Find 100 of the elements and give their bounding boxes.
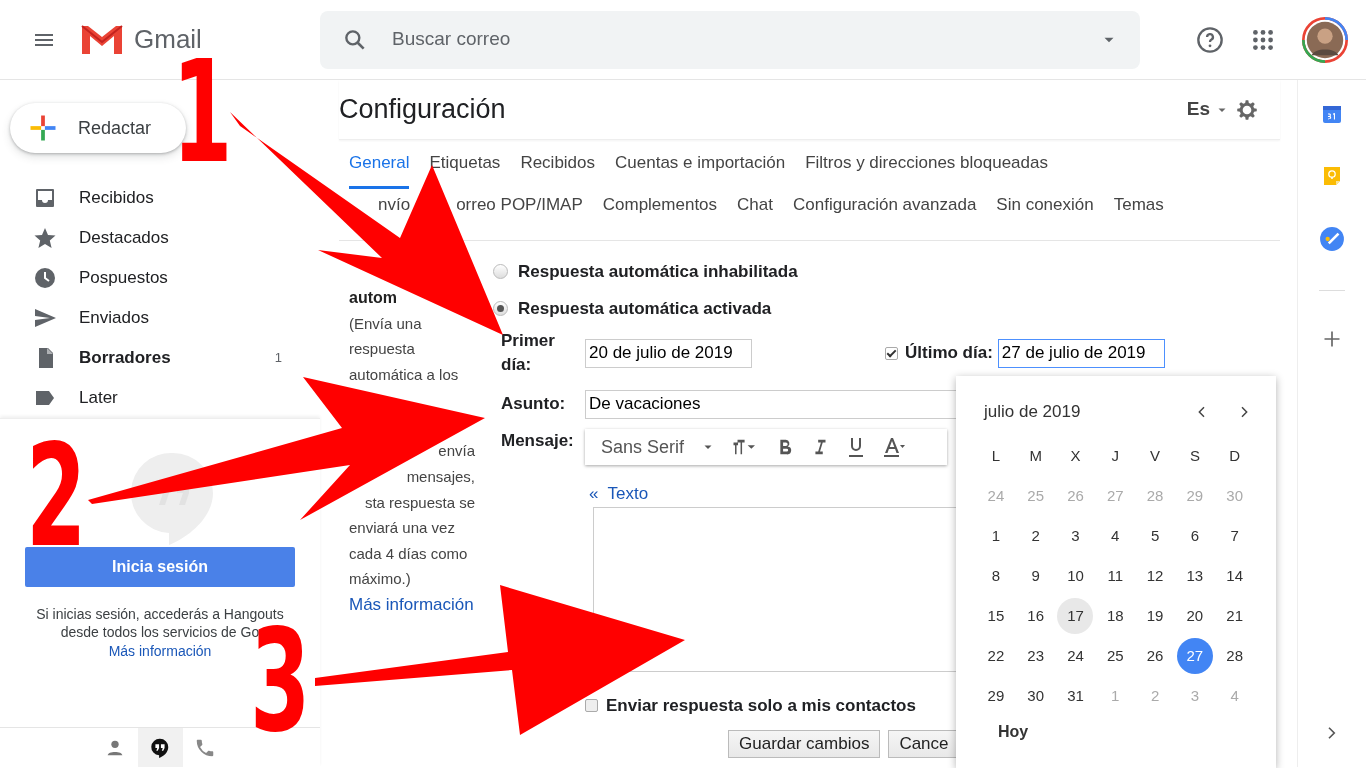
task-check-icon[interactable] <box>1319 226 1345 252</box>
settings-tab[interactable]: Etiquetas <box>429 140 501 189</box>
sidebar-item[interactable]: Later <box>0 378 300 418</box>
weekday-label: L <box>991 445 1001 466</box>
calendar-day[interactable]: 5 <box>1137 518 1174 554</box>
calendar-day[interactable]: 11 <box>1097 558 1134 594</box>
settings-tab[interactable]: Filtros y direcciones bloqueadas <box>805 140 1048 189</box>
calendar-day[interactable]: 26 <box>1137 638 1174 674</box>
calendar-day[interactable]: 18 <box>1097 598 1134 634</box>
settings-tab[interactable]: Chat <box>737 195 773 218</box>
checkbox-label: Enviar respuesta solo a mis contactos <box>606 694 916 717</box>
calendar-day[interactable]: 20 <box>1176 598 1213 634</box>
date-field[interactable]: 27 de julio de 2019 <box>997 338 1165 368</box>
calendar-day[interactable]: 21 <box>1216 598 1253 634</box>
description-text: cada 4 días como <box>349 543 469 564</box>
field-label: Primer día: <box>501 330 556 376</box>
calendar-day[interactable]: 23 <box>1017 638 1054 674</box>
help-icon[interactable] <box>1196 25 1224 54</box>
weekday-label: X <box>1070 445 1081 466</box>
calendar-day[interactable]: 30 <box>1017 678 1054 714</box>
search-bar[interactable]: Buscar correo <box>320 10 1140 69</box>
calendar-day[interactable]: 19 <box>1137 598 1174 634</box>
option-label: Respuesta automática inhabilitada <box>518 260 798 283</box>
section-heading: autom <box>349 288 398 308</box>
hangouts-tab[interactable] <box>137 728 183 767</box>
weekday-label: J <box>1111 445 1120 466</box>
calendar-day[interactable]: 13 <box>1176 558 1213 594</box>
settings-tab[interactable]: Sin conexión <box>996 195 1094 218</box>
avatar-icon[interactable] <box>1302 16 1348 63</box>
sign-in-button[interactable]: Inicia sesión <box>25 547 295 587</box>
calendar-day[interactable]: 24 <box>1057 638 1094 674</box>
weekday-label: V <box>1150 445 1161 466</box>
language-selector[interactable]: Es <box>1186 95 1210 124</box>
date-field[interactable]: 20 de julio de 2019 <box>585 338 752 368</box>
settings-tab[interactable]: Configuración avanzada <box>793 195 977 218</box>
sidebar-item[interactable]: Destacados <box>0 218 300 258</box>
calendar-day[interactable]: 2 <box>1017 518 1054 554</box>
description-text: respuesta <box>349 339 416 360</box>
radio-button[interactable] <box>493 301 508 316</box>
calendar-day[interactable]: 6 <box>1176 518 1213 554</box>
inbox-icon <box>33 186 57 210</box>
sidebar-item[interactable]: Enviados <box>0 298 300 338</box>
option-label: Respuesta automática activada <box>518 297 772 320</box>
settings-tab[interactable]: Complementos <box>602 195 718 218</box>
description-text: mensajes, <box>405 466 476 487</box>
more-info-link[interactable]: Más información <box>349 594 474 614</box>
calendar-day[interactable]: 29 <box>977 678 1014 714</box>
settings-tab[interactable]: Recibidos <box>520 140 596 189</box>
calendar-day[interactable]: 12 <box>1137 558 1174 594</box>
description-text: máximo.) <box>349 569 412 590</box>
font-selector[interactable]: Sans Serif <box>593 429 723 465</box>
calendar-day[interactable]: 8 <box>977 558 1014 594</box>
calendar-day[interactable]: 9 <box>1017 558 1054 594</box>
calendar-day[interactable]: 14 <box>1216 558 1253 594</box>
calendar-day[interactable]: 27 <box>1176 638 1213 674</box>
save-button[interactable]: Guardar cambios <box>728 729 881 758</box>
settings-tab[interactable]: nvío <box>378 195 411 218</box>
settings-tab[interactable]: Cuentas e importación <box>615 140 786 189</box>
field-label: Último día: <box>905 342 993 365</box>
calendar-day[interactable]: 28 <box>1216 638 1253 674</box>
calendar-day[interactable]: 16 <box>1017 598 1054 634</box>
description-text: enviará una vez <box>349 518 456 539</box>
search-field[interactable]: Buscar correo <box>390 24 1078 55</box>
add-icon[interactable] <box>1322 329 1342 349</box>
radio-button[interactable] <box>493 264 508 279</box>
app-name: Gmail <box>134 23 202 56</box>
more-info-link[interactable]: Más información <box>108 641 212 662</box>
calendar-day[interactable]: 15 <box>977 598 1014 634</box>
description-text: sta respuesta se <box>363 492 476 513</box>
calendar-day[interactable]: 31 <box>1057 678 1094 714</box>
weekday-label: M <box>1029 445 1042 466</box>
today-button[interactable]: Hoy <box>998 720 1029 744</box>
field-label: Mensaje: <box>501 430 575 452</box>
description-text: envía <box>437 441 476 462</box>
calendar-day[interactable]: 3 <box>1057 518 1094 554</box>
sidebar-item[interactable]: Pospuestos <box>0 258 300 298</box>
plus-icon <box>28 113 58 143</box>
checkbox[interactable] <box>585 699 598 712</box>
calendar-day[interactable]: 17 <box>1057 598 1094 634</box>
star-icon <box>33 226 57 250</box>
calendar-day[interactable]: 22 <box>977 638 1014 674</box>
description-text: automática a los <box>349 364 460 385</box>
calendar-day[interactable]: 10 <box>1057 558 1094 594</box>
field-label: Asunto: <box>501 393 567 415</box>
settings-tab[interactable]: General <box>349 140 410 189</box>
settings-tab[interactable]: orreo POP/IMAP <box>456 195 583 218</box>
calendar-day[interactable]: 4 <box>1097 518 1134 554</box>
calendar-day[interactable]: 25 <box>1097 638 1134 674</box>
hangouts-icon <box>149 736 171 759</box>
sidebar-item[interactable]: Recibidos <box>0 178 300 218</box>
description-text: (Envía una <box>349 313 423 334</box>
sidebar-item[interactable]: Borradores 1 <box>0 338 300 378</box>
weekday-label: S <box>1189 445 1200 466</box>
item-count: 1 <box>274 349 282 368</box>
calendar-day[interactable]: 7 <box>1216 518 1253 554</box>
plain-text-link[interactable]: « Texto <box>589 484 649 503</box>
settings-tab[interactable]: Temas <box>1113 195 1164 218</box>
clock-icon <box>33 266 57 290</box>
checkbox[interactable] <box>885 346 898 360</box>
calendar-day[interactable]: 1 <box>977 518 1014 554</box>
